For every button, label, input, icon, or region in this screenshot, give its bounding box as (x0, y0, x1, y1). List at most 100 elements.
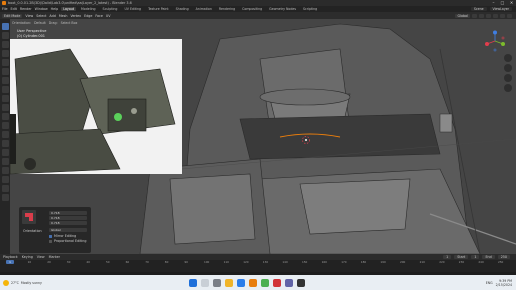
frame-ruler[interactable]: 0102030405060708090100110120130140150160… (0, 260, 516, 265)
pan-icon[interactable] (504, 64, 512, 72)
smooth-tool-icon[interactable] (1, 158, 9, 165)
edge-browser-icon[interactable] (237, 278, 245, 287)
xray-icon[interactable] (493, 13, 498, 18)
extrude-tool-icon[interactable] (1, 95, 9, 102)
proportional-edit-icon[interactable] (479, 13, 484, 18)
tab-uv-editing[interactable]: UV Editing (122, 7, 143, 11)
spin-tool-icon[interactable] (1, 149, 9, 156)
current-frame-field[interactable]: 1 (443, 255, 452, 259)
perspective-toggle-icon[interactable] (504, 84, 512, 92)
poly-build-tool-icon[interactable] (1, 140, 9, 147)
blender-app-icon[interactable] (249, 278, 257, 287)
menu-edge[interactable]: Edge (84, 14, 92, 18)
orientation-dropdown[interactable]: Default (34, 21, 46, 25)
camera-view-icon[interactable] (504, 74, 512, 82)
menu-render[interactable]: Render (20, 7, 32, 11)
app-icon-red[interactable] (273, 278, 281, 287)
shading-material-icon[interactable] (507, 13, 512, 18)
timeline-menu-marker[interactable]: Marker (49, 255, 60, 259)
menu-uv[interactable]: UV (106, 14, 111, 18)
tab-modeling[interactable]: Modeling (79, 7, 98, 11)
menu-file[interactable]: File (2, 7, 8, 11)
drag-dropdown[interactable]: Select Box (61, 21, 78, 25)
transform-orientation-dropdown[interactable]: Global (455, 13, 470, 18)
timeline-area[interactable]: 0102030405060708090100110120130140150160… (0, 260, 516, 272)
tab-scripting[interactable]: Scripting (301, 7, 319, 11)
clock[interactable]: 9:39 PM 2/15/2024 (496, 279, 512, 287)
scale-y-field[interactable]: 0.718 (49, 216, 87, 220)
tab-animation[interactable]: Animation (194, 7, 214, 11)
timeline-menu-keying[interactable]: Keying (22, 255, 33, 259)
file-explorer-icon[interactable] (225, 278, 233, 287)
teams-icon[interactable] (285, 278, 293, 287)
knife-tool-icon[interactable] (1, 131, 9, 138)
menu-window[interactable]: Window (35, 7, 48, 11)
menu-help[interactable]: Help (51, 7, 59, 11)
tab-geometry-nodes[interactable]: Geometry Nodes (267, 7, 298, 11)
tab-sculpting[interactable]: Sculpting (101, 7, 120, 11)
app-icon-dark[interactable] (297, 278, 305, 287)
viewport-header: Edit Mode View Select Add Mesh Vertex Ed… (0, 12, 516, 19)
menu-mesh[interactable]: Mesh (59, 14, 68, 18)
view-layer-selector[interactable]: ViewLayer (489, 7, 512, 11)
overlay-icon[interactable] (486, 13, 491, 18)
edge-slide-tool-icon[interactable] (1, 167, 9, 174)
rotate-tool-icon[interactable] (1, 50, 9, 57)
move-tool-icon[interactable] (1, 41, 9, 48)
ruler-tick-label: 110 (223, 260, 229, 264)
annotate-tool-icon[interactable] (1, 77, 9, 84)
chrome-icon[interactable] (261, 278, 269, 287)
tab-texture-paint[interactable]: Texture Paint (146, 7, 171, 11)
shrink-fatten-tool-icon[interactable] (1, 176, 9, 183)
transform-tool-icon[interactable] (1, 68, 9, 75)
scale-tool-icon[interactable] (1, 59, 9, 66)
playhead[interactable]: 1 (6, 260, 14, 264)
measure-tool-icon[interactable] (1, 86, 9, 93)
shear-tool-icon[interactable] (1, 185, 9, 192)
object-name: (0) Cylinder.001 (17, 34, 46, 38)
timeline-menu-view[interactable]: View (37, 255, 45, 259)
inset-tool-icon[interactable] (1, 104, 9, 111)
cursor-tool-icon[interactable] (1, 32, 9, 39)
tab-layout[interactable]: Layout (61, 7, 77, 11)
select-box-tool-icon[interactable] (1, 23, 9, 30)
tab-rendering[interactable]: Rendering (217, 7, 237, 11)
weather-widget[interactable]: 27°C Mostly sunny (3, 279, 93, 286)
search-icon[interactable] (201, 278, 209, 287)
shading-solid-icon[interactable] (500, 13, 505, 18)
scale-z-field[interactable]: 0.718 (49, 221, 87, 225)
menu-add[interactable]: Add (49, 14, 55, 18)
ruler-tick-label: 150 (302, 260, 308, 264)
language-indicator[interactable]: ENG (486, 281, 493, 285)
ruler-tick-label: 90 (184, 260, 188, 264)
menu-face[interactable]: Face (95, 14, 102, 18)
navigation-gizmo[interactable] (484, 30, 506, 52)
scale-x-field[interactable]: 0.718 (49, 211, 87, 215)
ruler-tick-label: 170 (341, 260, 347, 264)
orientation-dropdown[interactable]: Global (49, 228, 87, 232)
menu-edit[interactable]: Edit (11, 7, 17, 11)
ruler-tick-label: 230 (458, 260, 465, 264)
mode-dropdown[interactable]: Edit Mode (2, 13, 23, 18)
loop-cut-tool-icon[interactable] (1, 122, 9, 129)
task-view-icon[interactable] (213, 278, 221, 287)
windows-start-icon[interactable] (189, 278, 197, 287)
scene-selector[interactable]: Scene (470, 7, 487, 11)
snap-icon[interactable] (472, 13, 477, 18)
bevel-tool-icon[interactable] (1, 113, 9, 120)
end-frame-field[interactable]: 250 (497, 255, 510, 259)
orientation-label: Orientation: (12, 20, 32, 25)
ruler-tick-label: 210 (419, 260, 425, 264)
menu-vertex[interactable]: Vertex (71, 14, 82, 18)
timeline-menu-playback[interactable]: Playback (3, 255, 18, 259)
zoom-icon[interactable] (504, 54, 512, 62)
tab-compositing[interactable]: Compositing (240, 7, 264, 11)
start-frame-field[interactable]: 1 (471, 255, 480, 259)
proportional-editing-checkbox[interactable] (49, 240, 52, 243)
rip-tool-icon[interactable] (1, 194, 9, 201)
menu-select[interactable]: Select (36, 14, 46, 18)
tab-shading[interactable]: Shading (174, 7, 191, 11)
orientation-label: Orientation (23, 229, 42, 233)
mirror-editing-checkbox[interactable] (49, 235, 52, 238)
menu-view[interactable]: View (25, 14, 33, 18)
